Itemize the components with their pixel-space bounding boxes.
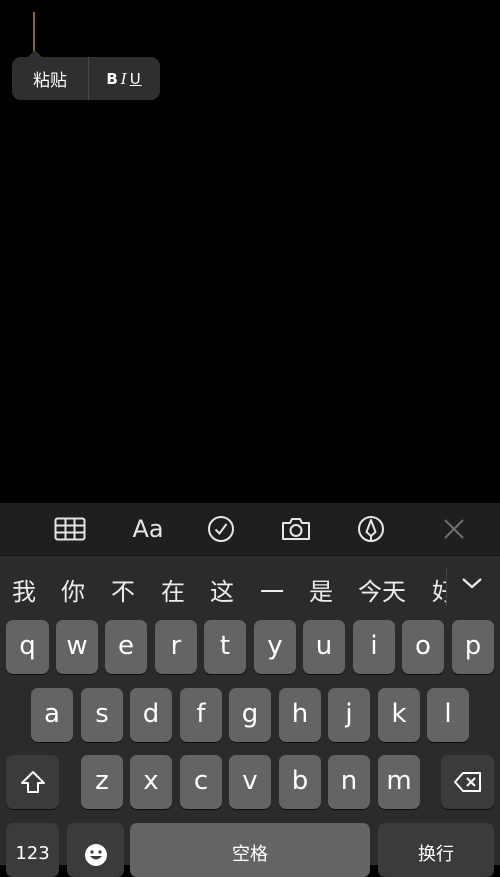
key-label: x: [143, 765, 159, 796]
edit-menu-pointer: [27, 50, 43, 58]
key-label: r: [170, 630, 182, 661]
checklist-icon[interactable]: [204, 513, 238, 545]
key-j[interactable]: j: [328, 688, 370, 742]
format-biu-button[interactable]: BIU: [89, 57, 159, 100]
key-label: f: [196, 698, 206, 729]
key-label: 123: [15, 842, 50, 864]
candidate-item[interactable]: 你: [61, 572, 85, 607]
candidate-divider: [446, 568, 447, 606]
shift-icon: [20, 771, 45, 793]
key-label: u: [315, 630, 333, 661]
key-label: j: [345, 698, 353, 729]
key-label: i: [370, 630, 378, 661]
candidate-bar: 我 你 不 在 这 一 是 今天 好: [0, 556, 500, 618]
key-r[interactable]: r: [155, 620, 197, 674]
key-label: g: [241, 698, 259, 729]
key-z[interactable]: z: [81, 755, 123, 809]
key-label: m: [386, 765, 412, 796]
key-label: 空格: [232, 844, 268, 865]
italic-label: I: [120, 69, 128, 88]
candidate-item[interactable]: 这: [210, 572, 234, 607]
bold-label: B: [106, 69, 119, 88]
key-label: c: [193, 765, 209, 796]
candidate-item[interactable]: 是: [309, 572, 333, 607]
markup-pen-icon[interactable]: [354, 513, 388, 545]
key-t[interactable]: t: [204, 620, 246, 674]
key-k[interactable]: k: [378, 688, 420, 742]
emoji-icon: [84, 844, 107, 866]
numbers-key[interactable]: 123: [6, 823, 59, 877]
key-l[interactable]: l: [427, 688, 469, 742]
key-label: s: [95, 698, 109, 729]
key-label: d: [142, 698, 160, 729]
key-label: o: [415, 630, 431, 661]
key-o[interactable]: o: [402, 620, 444, 674]
candidate-item-partial[interactable]: 好: [432, 572, 446, 607]
key-q[interactable]: q: [6, 620, 49, 674]
candidate-item[interactable]: 今天: [358, 572, 406, 607]
delete-key[interactable]: [441, 755, 494, 809]
key-label: e: [118, 630, 134, 661]
close-icon[interactable]: [437, 513, 471, 545]
key-label: 换行: [418, 844, 454, 865]
key-label: z: [95, 765, 109, 796]
edit-menu: 粘贴 BIU: [12, 50, 160, 100]
key-g[interactable]: g: [229, 688, 271, 742]
key-label: a: [44, 698, 60, 729]
candidate-item[interactable]: 不: [111, 572, 135, 607]
key-label: l: [444, 698, 452, 729]
key-h[interactable]: h: [279, 688, 321, 742]
text-format-icon[interactable]: Aa: [130, 513, 166, 545]
shift-key[interactable]: [6, 755, 59, 809]
key-y[interactable]: y: [254, 620, 296, 674]
paste-button[interactable]: 粘贴: [12, 57, 88, 100]
key-a[interactable]: a: [31, 688, 73, 742]
underline-label: U: [129, 69, 142, 88]
key-v[interactable]: v: [229, 755, 271, 809]
candidate-overflow: 好: [430, 556, 446, 618]
key-c[interactable]: c: [180, 755, 222, 809]
return-key[interactable]: 换行: [378, 823, 494, 877]
key-label: y: [267, 630, 283, 661]
keyboard-area: Aa 我 你 不 在 这 一 是 今天 好 q w e r t y u i o …: [0, 503, 500, 877]
key-m[interactable]: m: [378, 755, 420, 809]
key-e[interactable]: e: [105, 620, 147, 674]
table-icon[interactable]: [53, 513, 87, 545]
text-format-label: Aa: [132, 515, 164, 543]
key-label: w: [66, 630, 88, 661]
key-i[interactable]: i: [353, 620, 395, 674]
chevron-down-icon[interactable]: [460, 574, 484, 594]
key-f[interactable]: f: [180, 688, 222, 742]
candidate-item[interactable]: 一: [260, 572, 284, 607]
key-label: k: [391, 698, 407, 729]
key-label: p: [464, 630, 482, 661]
emoji-key[interactable]: [67, 823, 124, 877]
notes-toolbar: Aa: [0, 503, 500, 556]
key-label: v: [242, 765, 258, 796]
key-label: h: [291, 698, 309, 729]
camera-icon[interactable]: [279, 513, 313, 545]
backspace-icon: [453, 772, 481, 792]
key-u[interactable]: u: [303, 620, 345, 674]
key-n[interactable]: n: [328, 755, 370, 809]
key-d[interactable]: d: [130, 688, 172, 742]
key-label: q: [19, 630, 36, 661]
text-cursor: [33, 12, 35, 52]
key-label: t: [219, 630, 231, 661]
key-b[interactable]: b: [279, 755, 321, 809]
candidate-item[interactable]: 我: [12, 572, 36, 607]
key-label: n: [340, 765, 358, 796]
candidate-item[interactable]: 在: [161, 572, 185, 607]
key-p[interactable]: p: [452, 620, 494, 674]
space-key[interactable]: 空格: [130, 823, 370, 877]
key-label: b: [291, 765, 309, 796]
key-x[interactable]: x: [130, 755, 172, 809]
key-s[interactable]: s: [81, 688, 123, 742]
key-w[interactable]: w: [56, 620, 98, 674]
